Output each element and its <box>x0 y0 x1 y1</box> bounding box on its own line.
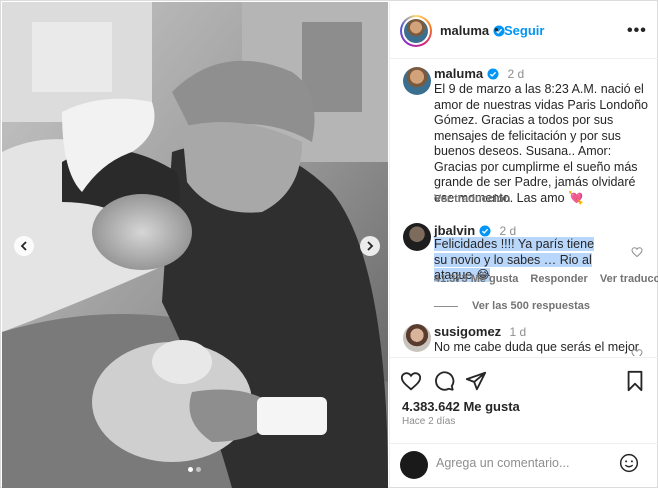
carousel-indicator <box>188 467 201 472</box>
caption-see-translation-link[interactable]: Ver traducción <box>434 193 510 205</box>
comment-reply-button[interactable]: Responder <box>530 273 587 285</box>
comment-see-translation-link[interactable]: Ver traducción <box>600 273 658 285</box>
avatar <box>404 19 428 43</box>
chevron-left-icon <box>20 241 27 251</box>
comment-like-heart-icon[interactable] <box>631 348 643 356</box>
comment-time[interactable]: 1 d <box>510 325 527 339</box>
chevron-right-icon <box>367 241 374 251</box>
current-user-avatar <box>400 451 428 479</box>
caption-time[interactable]: 2 d <box>507 67 524 81</box>
post-actions: 4.383.642 Me gusta Hace 2 días <box>390 357 658 442</box>
verified-badge-icon <box>479 225 491 237</box>
author-username-text: maluma <box>440 23 490 38</box>
next-slide-button[interactable] <box>360 236 380 256</box>
caption-header: maluma 2 d <box>434 66 524 82</box>
post-side-panel: maluma • Seguir ••• maluma 2 d El 9 de m… <box>389 2 658 488</box>
comments-section[interactable]: maluma 2 d El 9 de marzo a las 8:23 A.M.… <box>390 60 658 356</box>
comment-header: jbalvin 2 d <box>434 223 516 238</box>
caption-username[interactable]: maluma <box>434 66 483 81</box>
carousel-dot-1 <box>188 467 193 472</box>
comment-avatar[interactable] <box>403 324 431 352</box>
comment-likes-count[interactable]: 41.373 Me gusta <box>434 273 518 285</box>
post-timestamp[interactable]: Hace 2 días <box>402 416 455 427</box>
previous-slide-button[interactable] <box>14 236 34 256</box>
comment-meta: 41.373 Me gusta Responder Ver traducción <box>434 273 658 285</box>
carousel-dot-2 <box>196 467 201 472</box>
author-avatar-ring[interactable] <box>400 15 432 47</box>
comment-header: susigomez 1 d <box>434 324 526 339</box>
add-comment-bar <box>390 443 658 488</box>
comment-avatar[interactable] <box>403 223 431 251</box>
add-comment-input[interactable] <box>436 456 606 470</box>
comment-like-heart-icon[interactable] <box>631 246 643 258</box>
caption-text: El 9 de marzo a las 8:23 A.M. nació el a… <box>434 82 649 205</box>
follow-button[interactable]: Seguir <box>504 23 544 38</box>
verified-badge-icon <box>487 68 499 80</box>
comment-username[interactable]: susigomez <box>434 324 501 339</box>
share-paper-plane-icon[interactable] <box>465 370 487 392</box>
more-options-button[interactable]: ••• <box>627 22 647 40</box>
instagram-post-dialog: maluma • Seguir ••• maluma 2 d El 9 de m… <box>0 0 658 488</box>
comment-text: No me cabe duda que serás el mejor <box>434 340 639 354</box>
comment-bubble-icon[interactable] <box>433 370 455 392</box>
replies-divider <box>434 305 458 307</box>
like-heart-icon[interactable] <box>400 370 422 392</box>
view-replies-button[interactable]: Ver las 500 respuestas <box>434 300 590 312</box>
emoji-smiley-icon[interactable] <box>619 453 639 473</box>
post-header: maluma • Seguir ••• <box>390 2 658 59</box>
caption-author-avatar[interactable] <box>403 67 431 95</box>
header-separator: • <box>494 22 499 37</box>
save-bookmark-icon[interactable] <box>624 370 646 392</box>
view-replies-label: Ver las 500 respuestas <box>472 300 591 312</box>
post-photo[interactable] <box>2 2 388 488</box>
post-likes-count[interactable]: 4.383.642 Me gusta <box>402 399 520 414</box>
comment-username[interactable]: jbalvin <box>434 223 475 238</box>
hospital-photo-illustration <box>2 2 388 488</box>
comment-time[interactable]: 2 d <box>500 224 517 238</box>
